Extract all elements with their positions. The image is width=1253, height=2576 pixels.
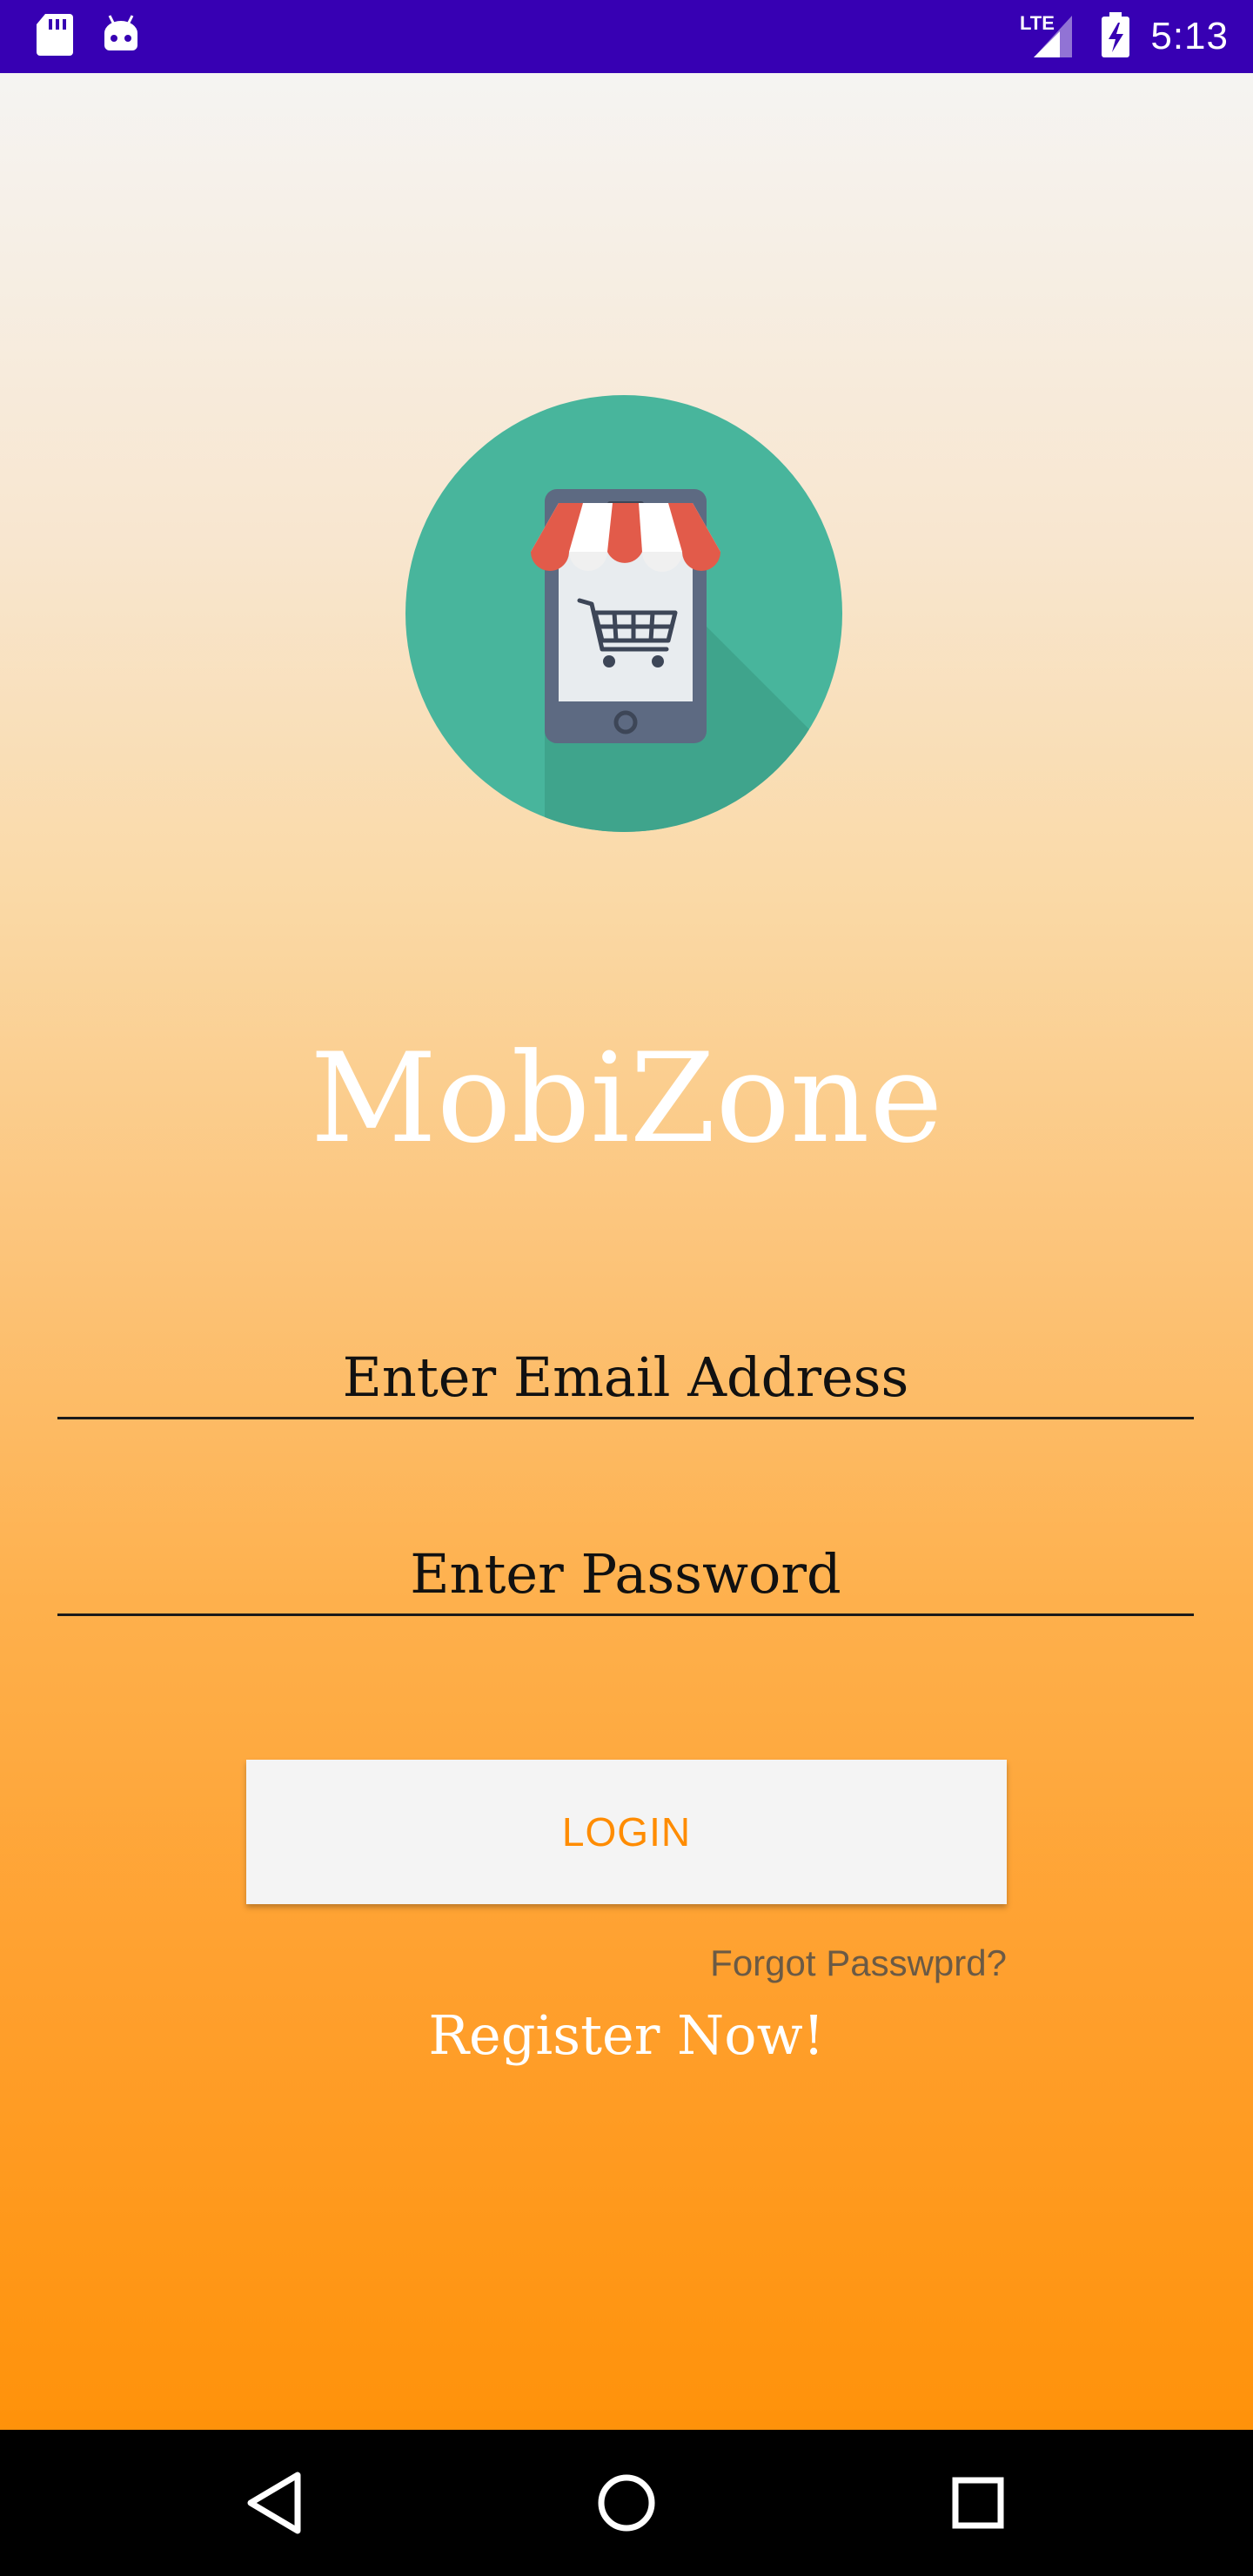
status-bar-system: LTE 5:13 [1020,0,1229,73]
network-type-label: LTE [1020,12,1055,34]
home-icon[interactable] [583,2459,670,2546]
forgot-password-link[interactable]: Forgot Passwprd? [710,1942,1007,1984]
status-bar-notifications [35,12,141,61]
status-time: 5:13 [1150,15,1229,57]
login-button[interactable]: LOGIN [246,1760,1007,1904]
sd-card-icon [35,12,75,61]
email-field[interactable]: Enter Email Address [57,1338,1194,1419]
app-title: MobiZone [310,1027,943,1171]
navigation-bar [0,2430,1253,2576]
recents-icon[interactable] [935,2459,1022,2546]
password-field[interactable]: Enter Password [57,1535,1194,1616]
shopping-store-phone-icon [405,395,842,832]
login-screen: MobiZone Enter Email Address Enter Passw… [0,73,1253,2430]
status-bar: LTE 5:13 [0,0,1253,73]
battery-charging-icon [1100,10,1131,63]
register-link[interactable]: Register Now! [0,2003,1253,2067]
android-icon [101,12,141,61]
signal-icon: LTE [1020,10,1081,63]
back-icon[interactable] [231,2459,318,2546]
